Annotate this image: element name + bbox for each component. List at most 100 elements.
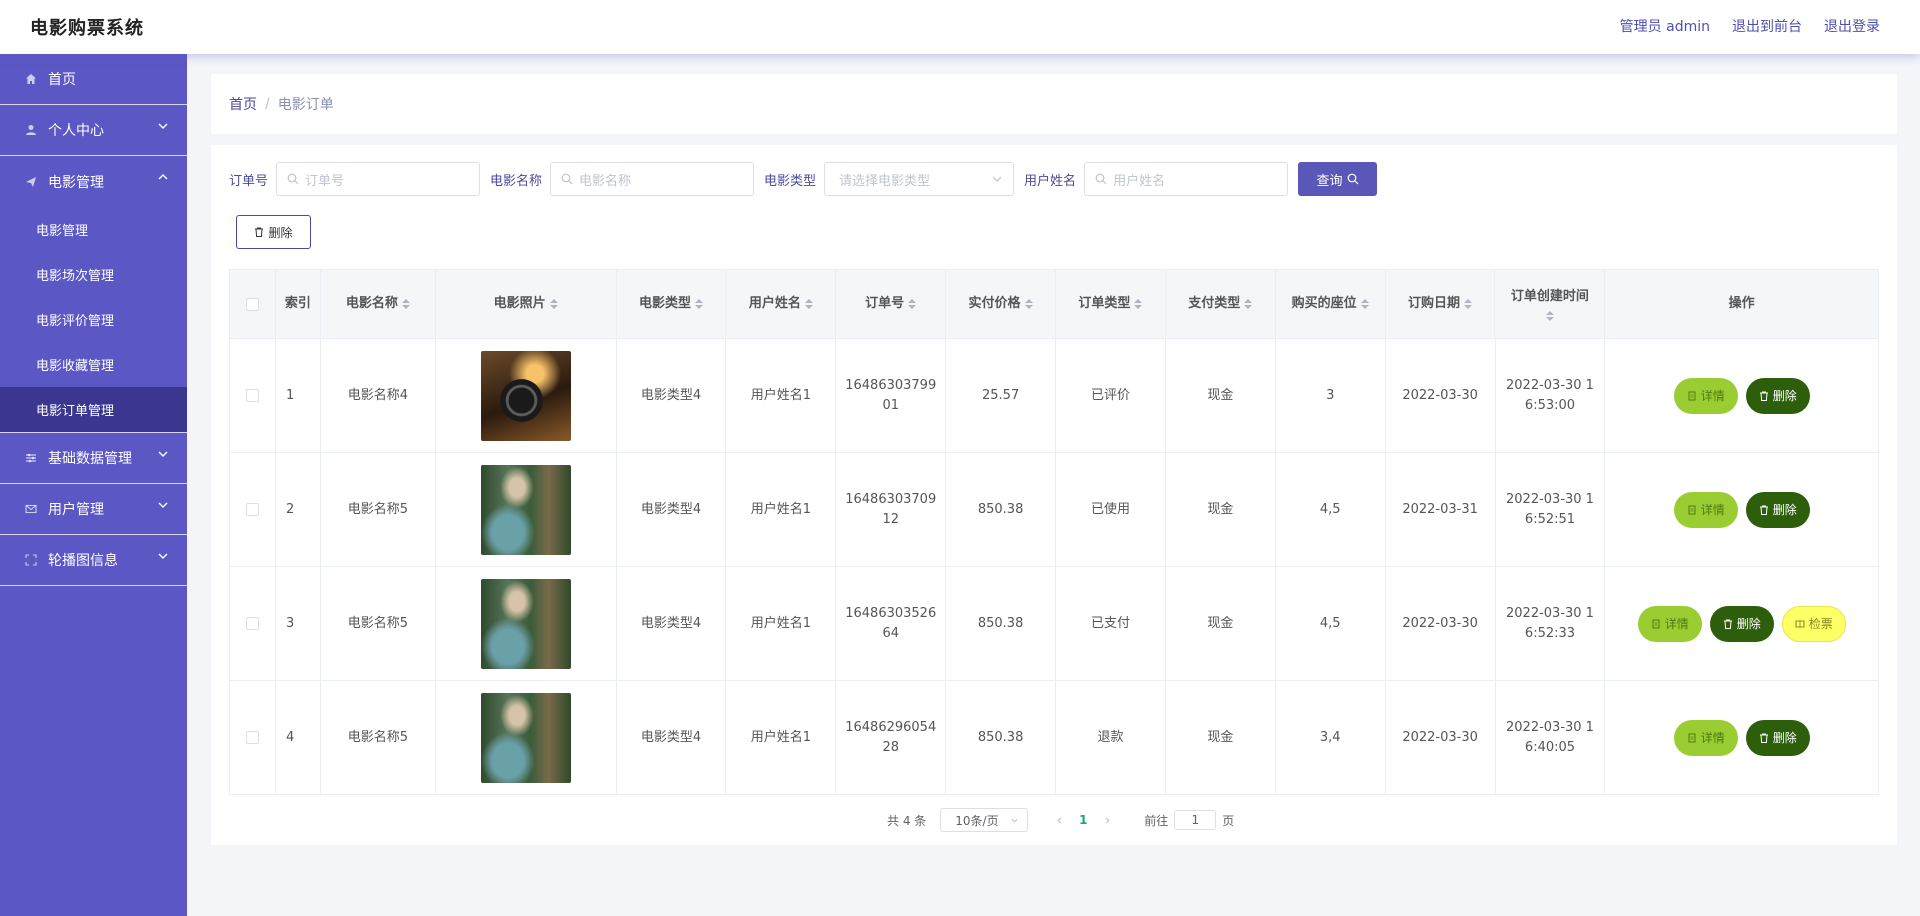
sort-icon[interactable]	[694, 299, 703, 309]
sort-icon[interactable]	[1545, 311, 1554, 321]
sort-icon[interactable]	[549, 299, 558, 309]
cell-order-no: 1648630352664	[836, 567, 947, 680]
cell-movie-name: 电影名称5	[321, 453, 436, 566]
user-icon	[22, 124, 40, 136]
sort-icon[interactable]	[401, 299, 410, 309]
bulk-delete-button[interactable]: 删除	[236, 215, 311, 249]
movie-type-placeholder: 请选择电影类型	[839, 173, 931, 189]
cell-actions: 详情 删除 检票	[1605, 567, 1878, 680]
user-name-input[interactable]: 用户姓名	[1084, 162, 1289, 196]
next-page-button[interactable]	[1094, 816, 1120, 825]
submenu-movie-management[interactable]: 电影管理	[0, 207, 187, 252]
goto-page-input[interactable]	[1174, 810, 1217, 830]
cell-select[interactable]	[230, 339, 276, 452]
delete-button[interactable]: 删除	[1745, 377, 1810, 414]
movie-poster[interactable]	[480, 692, 571, 783]
sidebar-item-user-management[interactable]: 用户管理	[0, 484, 187, 535]
movie-name-label: 电影名称	[490, 173, 543, 189]
sort-icon[interactable]	[1244, 299, 1253, 309]
detail-button[interactable]: 详情	[1673, 719, 1738, 756]
sidebar-item-movie-management[interactable]: 电影管理	[0, 156, 187, 207]
sidebar-item-carousel[interactable]: 轮播图信息	[0, 535, 187, 586]
sidebar-item-label: 个人中心	[48, 123, 104, 139]
delete-button[interactable]: 删除	[1709, 605, 1774, 642]
sort-icon[interactable]	[908, 299, 917, 309]
detail-button[interactable]: 详情	[1673, 377, 1738, 414]
cell-price: 850.38	[946, 567, 1057, 680]
cell-select[interactable]	[230, 453, 276, 566]
header-user-name[interactable]: 用户姓名	[726, 270, 837, 338]
cell-order-date: 2022-03-31	[1386, 453, 1496, 566]
submenu-movie-review[interactable]: 电影评价管理	[0, 297, 187, 342]
header-order-type[interactable]: 订单类型	[1056, 270, 1166, 338]
query-button-label: 查询	[1316, 172, 1343, 188]
header-pay-type[interactable]: 支付类型	[1166, 270, 1276, 338]
row-checkbox[interactable]	[245, 617, 259, 630]
sort-icon[interactable]	[1463, 299, 1472, 309]
sort-icon[interactable]	[1024, 299, 1033, 309]
query-button[interactable]: 查询	[1298, 162, 1378, 196]
submenu-movie-session[interactable]: 电影场次管理	[0, 252, 187, 297]
movie-type-select[interactable]: 请选择电影类型	[824, 162, 1015, 196]
detail-button[interactable]: 详情	[1637, 605, 1702, 642]
order-no-placeholder: 订单号	[305, 173, 345, 189]
submenu-movie-order[interactable]: 电影订单管理	[0, 387, 187, 432]
sort-icon[interactable]	[1360, 299, 1369, 309]
movie-poster[interactable]	[480, 578, 571, 669]
order-no-input[interactable]: 订单号	[276, 162, 481, 196]
check-ticket-button[interactable]: 检票	[1781, 605, 1846, 642]
row-checkbox[interactable]	[245, 503, 259, 516]
header-order-no[interactable]: 订单号	[836, 270, 947, 338]
sidebar-item-personal-center[interactable]: 个人中心	[0, 105, 187, 156]
logout-link[interactable]: 退出登录	[1824, 16, 1880, 36]
cell-order-date: 2022-03-30	[1386, 339, 1496, 452]
submenu-movie-favorite[interactable]: 电影收藏管理	[0, 342, 187, 387]
row-checkbox[interactable]	[245, 731, 259, 744]
cell-movie-photo	[436, 681, 617, 794]
sidebar-item-home[interactable]: 首页	[0, 54, 187, 105]
cell-index: 4	[276, 681, 321, 794]
exit-to-front-link[interactable]: 退出到前台	[1732, 16, 1802, 36]
cell-order-type: 已评价	[1056, 339, 1166, 452]
cell-select[interactable]	[230, 681, 276, 794]
movie-poster[interactable]	[480, 350, 571, 441]
header-movie-type[interactable]: 电影类型	[617, 270, 727, 338]
movie-name-input[interactable]: 电影名称	[550, 162, 755, 196]
detail-button[interactable]: 详情	[1673, 491, 1738, 528]
header-seats[interactable]: 购买的座位	[1276, 270, 1386, 338]
select-all-checkbox[interactable]	[245, 297, 259, 311]
fullscreen-icon	[22, 554, 40, 566]
chevron-down-icon	[992, 176, 1002, 182]
row-checkbox[interactable]	[245, 389, 259, 402]
ticket-icon	[1795, 620, 1805, 627]
header-index: 索引	[276, 270, 321, 338]
delete-button[interactable]: 删除	[1745, 491, 1810, 528]
movie-poster[interactable]	[480, 464, 571, 555]
sidebar-item-base-data[interactable]: 基础数据管理	[0, 433, 187, 484]
cell-movie-type: 电影类型4	[617, 567, 727, 680]
sliders-icon	[22, 452, 40, 464]
page-size-select[interactable]: 10条/页	[940, 808, 1029, 832]
breadcrumb-home[interactable]: 首页	[229, 94, 257, 114]
header-created-at[interactable]: 订单创建时间	[1495, 270, 1606, 338]
prev-page-button[interactable]	[1046, 816, 1072, 825]
sidebar-item-label: 电影管理	[48, 174, 104, 191]
header-movie-photo[interactable]: 电影照片	[436, 270, 617, 338]
trash-icon	[1759, 733, 1768, 743]
breadcrumb-current: 电影订单	[277, 97, 334, 113]
admin-label[interactable]: 管理员 admin	[1620, 16, 1710, 36]
header-movie-name[interactable]: 电影名称	[321, 270, 436, 338]
header-price[interactable]: 实付价格	[946, 270, 1056, 338]
sidebar-item-label: 用户管理	[48, 502, 104, 518]
delete-button[interactable]: 删除	[1745, 719, 1810, 756]
cell-index: 3	[276, 567, 321, 680]
sort-icon[interactable]	[1134, 299, 1143, 309]
header-order-date[interactable]: 订购日期	[1386, 270, 1496, 338]
header-select-all[interactable]	[230, 270, 276, 338]
delete-label: 删除	[1772, 730, 1797, 745]
page-number[interactable]: 1	[1072, 813, 1094, 827]
cell-select[interactable]	[230, 567, 276, 680]
header-label: 实付价格	[968, 296, 1021, 311]
cell-created-at: 2022-03-30 16:53:00	[1496, 339, 1606, 452]
sort-icon[interactable]	[804, 299, 813, 309]
